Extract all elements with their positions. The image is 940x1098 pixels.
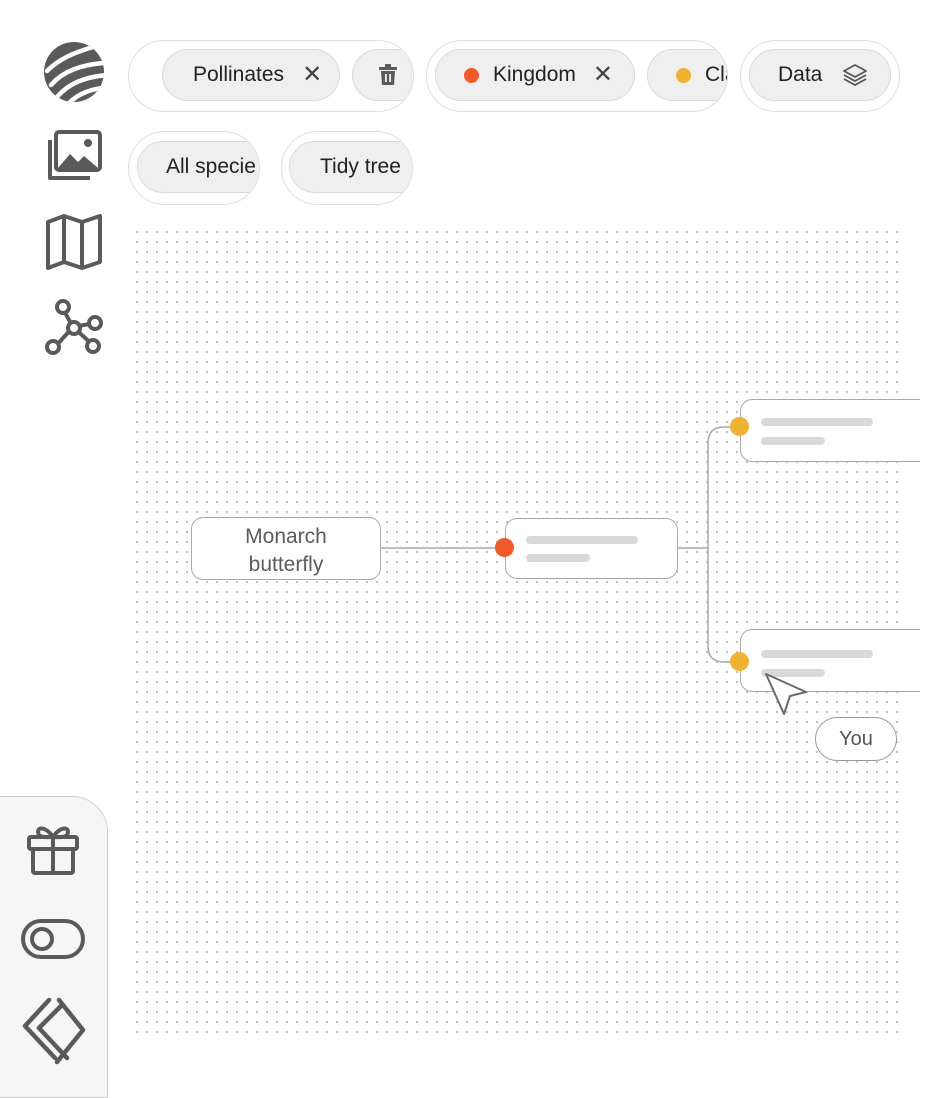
placeholder-line [761,650,873,658]
cursor-pointer-icon [765,673,807,715]
placeholder-line [761,437,825,445]
node-label-line2: butterfly [248,553,324,576]
tree-node-kingdom[interactable] [505,518,678,579]
tree-node-class-1[interactable] [740,399,920,462]
class-port-icon [730,417,749,436]
placeholder-line [526,554,590,562]
tree-node-root[interactable]: Monarch butterfly [191,517,381,580]
cursor-user-text: You [839,727,873,750]
cursor-user-label: You [815,717,897,761]
node-label-line1: Monarch [245,525,327,548]
tree-connectors [380,426,740,663]
placeholder-line [761,418,873,426]
kingdom-port-icon [495,538,514,557]
placeholder-line [526,536,638,544]
class-port-icon [730,652,749,671]
